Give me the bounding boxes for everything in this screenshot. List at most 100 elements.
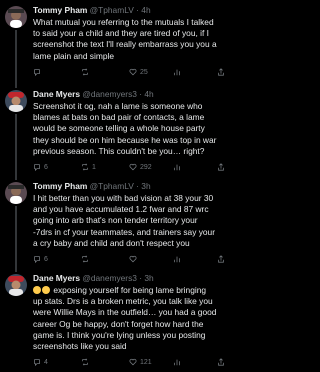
retweet-icon <box>82 68 88 76</box>
tweet-text-line: would be someone telling a whole house p… <box>33 123 205 134</box>
tweet-text-line: to said your a child and they are tired … <box>33 28 209 39</box>
tweet-text-line: I hit better than you with bad vision at… <box>33 193 214 203</box>
tweet-text-line: going into arb that's non tender territo… <box>33 215 198 226</box>
tweet-text-line: Screenshot it og, nah a lame is someone … <box>33 101 203 111</box>
thread-connector <box>15 176 17 180</box>
separator-dot: · <box>139 89 143 99</box>
share-button[interactable] <box>217 255 225 263</box>
tweet-header: Tommy Pham @TphamLV · 3h <box>33 181 236 192</box>
tweet-text: Screenshot it og, nah a lame is someone … <box>33 101 239 157</box>
tweet-text-line: screenshot the text I'll really embarras… <box>33 39 217 50</box>
views-icon <box>174 164 180 171</box>
heart-icon <box>129 255 137 263</box>
reply-button[interactable]: 6 <box>33 255 48 263</box>
share-icon <box>218 163 224 171</box>
retweet-button[interactable]: 1 <box>81 163 96 171</box>
tweet-actions: 4 121 <box>33 358 233 368</box>
heart-icon <box>129 358 137 366</box>
heart-icon <box>129 163 137 171</box>
reply-button[interactable] <box>33 68 44 76</box>
avatar-image <box>5 6 27 28</box>
reply-icon <box>34 256 40 263</box>
timestamp[interactable]: 4h <box>141 5 150 15</box>
thread-connector <box>15 206 17 268</box>
views-button[interactable] <box>173 163 184 171</box>
timestamp[interactable]: 3h <box>144 273 153 283</box>
tweet-text-line: What mutual you referring to the mutuals… <box>33 17 214 27</box>
share-button[interactable] <box>217 358 225 366</box>
avatar[interactable] <box>5 90 27 112</box>
user-handle[interactable]: @danemyers3 <box>82 89 137 99</box>
views-button[interactable] <box>173 68 184 76</box>
retweet-count: 1 <box>92 163 96 171</box>
retweet-icon <box>82 255 88 263</box>
reply-count: 4 <box>44 358 48 366</box>
user-handle[interactable]: @danemyers3 <box>82 273 137 283</box>
share-icon <box>218 68 224 76</box>
timestamp[interactable]: 4h <box>144 89 153 99</box>
tweet-text-line: career Og be happy, don't forget how har… <box>33 318 204 329</box>
retweet-button[interactable] <box>81 358 92 366</box>
views-icon <box>174 69 180 76</box>
thread-connector <box>15 84 17 88</box>
tweet-text-line: lame plain and simple <box>33 50 115 61</box>
tweet[interactable]: Tommy Pham @TphamLV · 3h I hit better th… <box>0 176 240 268</box>
user-handle[interactable]: @TphamLV <box>90 5 134 15</box>
tweet[interactable]: Dane Myers @danemyers3 · 3h exposing you… <box>0 268 240 372</box>
thread-connector <box>15 30 17 84</box>
avatar[interactable] <box>5 274 27 296</box>
tweet-text-line: they should be on him because he was top… <box>33 134 217 145</box>
timestamp[interactable]: 3h <box>141 181 150 191</box>
share-button[interactable] <box>217 163 225 171</box>
like-count: 121 <box>140 358 152 366</box>
like-button[interactable]: 292 <box>129 163 152 171</box>
reply-count: 6 <box>44 163 48 171</box>
tweet-text-line: -7drs in cf your teammates, and trainers… <box>33 226 215 237</box>
like-count: 292 <box>140 163 152 171</box>
share-icon <box>218 358 224 366</box>
user-handle[interactable]: @TphamLV <box>90 181 134 191</box>
like-button[interactable]: 121 <box>129 358 152 366</box>
display-name[interactable]: Tommy Pham <box>33 5 87 15</box>
avatar[interactable] <box>5 182 27 204</box>
like-button[interactable] <box>129 255 140 263</box>
tweet-header: Dane Myers @danemyers3 · 4h <box>33 89 236 100</box>
tweet-text-segment: exposing yourself for being lame bringin… <box>53 285 207 295</box>
tweet-text-line: game is. I think you're lying unless you… <box>33 329 206 340</box>
separator-dot: · <box>136 5 139 15</box>
display-name[interactable]: Tommy Pham <box>33 181 87 191</box>
tweet-header: Tommy Pham @TphamLV · 4h <box>33 5 236 16</box>
display-name[interactable]: Dane Myers <box>33 273 80 283</box>
tweet[interactable]: Dane Myers @danemyers3 · 4h Screenshot i… <box>0 84 240 176</box>
views-button[interactable] <box>173 358 184 366</box>
views-button[interactable] <box>173 255 184 263</box>
avatar-image <box>5 90 27 112</box>
tweet-text-line: blames at bats on bad pair of contacts, … <box>33 112 205 123</box>
display-name[interactable]: Dane Myers <box>33 89 80 99</box>
share-button[interactable] <box>217 68 225 76</box>
tweet-text: exposing yourself for being lame bringin… <box>33 285 239 352</box>
tweet-actions: 6 1 292 <box>33 163 233 173</box>
reply-icon <box>34 164 40 171</box>
tweet-text: What mutual you referring to the mutuals… <box>33 17 239 62</box>
like-button[interactable]: 25 <box>129 68 148 76</box>
avatar[interactable] <box>5 6 27 28</box>
tweet-text-line: exposing yourself for being lame bringin… <box>33 285 239 296</box>
avatar-image <box>5 182 27 204</box>
reply-button[interactable]: 4 <box>33 358 48 366</box>
retweet-icon <box>82 163 88 171</box>
share-icon <box>218 255 224 263</box>
retweet-button[interactable] <box>81 68 92 76</box>
thread-connector <box>15 268 17 272</box>
heart-icon <box>129 68 137 76</box>
retweet-button[interactable] <box>81 255 92 263</box>
tweet-header: Dane Myers @danemyers3 · 3h <box>33 273 236 284</box>
laughing-emoji-icon <box>33 286 41 294</box>
thread-connector <box>15 114 17 176</box>
separator-dot: · <box>139 273 143 283</box>
views-icon <box>174 256 180 263</box>
tweet[interactable]: Tommy Pham @TphamLV · 4h What mutual you… <box>0 0 240 84</box>
retweet-icon <box>82 358 88 366</box>
avatar-image <box>5 274 27 296</box>
reply-button[interactable]: 6 <box>33 163 48 171</box>
